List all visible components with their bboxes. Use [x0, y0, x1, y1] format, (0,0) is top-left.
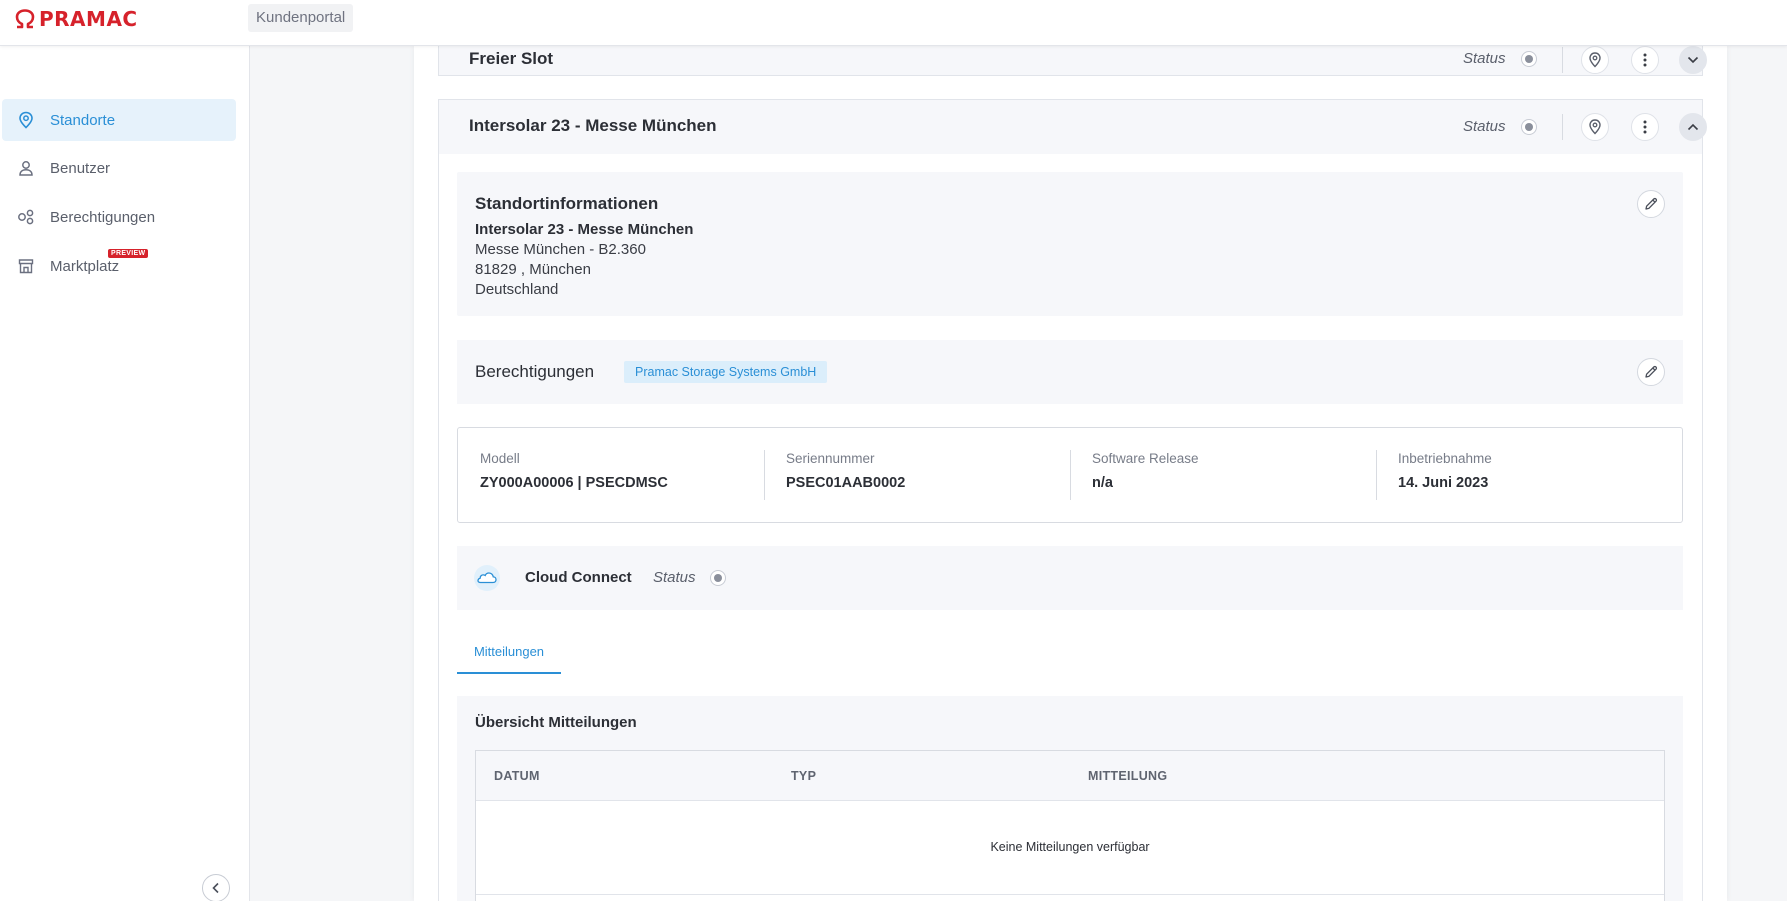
- cloud-icon: [473, 564, 501, 597]
- divider: [1562, 114, 1563, 140]
- more-menu-button[interactable]: [1631, 113, 1659, 141]
- preview-badge: PREVIEW: [108, 249, 149, 258]
- top-bar: PRAMAC Kundenportal: [0, 0, 1787, 46]
- address-line: Messe München - B2.360: [475, 241, 646, 258]
- permissions-title: Berechtigungen: [475, 362, 595, 381]
- more-menu-button[interactable]: [1631, 46, 1659, 74]
- pramac-logo[interactable]: PRAMAC: [14, 7, 138, 31]
- sidebar: Standorte Benutzer Berechtigungen Marktp…: [0, 46, 250, 901]
- column-header-typ[interactable]: TYP: [791, 769, 816, 783]
- location-title: Freier Slot: [469, 49, 554, 68]
- map-pin-icon: [1589, 52, 1601, 68]
- country-line: Deutschland: [475, 281, 559, 298]
- cloud-connect-title: Cloud Connect: [525, 569, 632, 586]
- messages-title: Übersicht Mitteilungen: [475, 714, 637, 731]
- chevron-down-icon: [1687, 56, 1699, 64]
- location-pin-icon: [16, 110, 36, 130]
- column-header-datum[interactable]: DATUM: [494, 769, 540, 783]
- edit-permissions-button[interactable]: [1637, 358, 1665, 386]
- sidebar-collapse-button[interactable]: [202, 874, 230, 901]
- table-header: DATUM TYP MITTEILUNG: [476, 751, 1664, 801]
- messages-table: DATUM TYP MITTEILUNG Keine Mitteilungen …: [475, 750, 1665, 901]
- status-indicator: [1521, 51, 1537, 67]
- field-label: Inbetriebnahme: [1398, 451, 1492, 466]
- location-row-intersolar[interactable]: Intersolar 23 - Messe München Status: [438, 99, 1707, 155]
- divider: [1376, 450, 1377, 500]
- edit-location-button[interactable]: [1637, 190, 1665, 218]
- chevron-up-icon: [1687, 123, 1699, 131]
- sidebar-item-label: Marktplatz: [50, 257, 120, 275]
- user-icon: [16, 158, 36, 178]
- empty-state-text: Keine Mitteilungen verfügbar: [990, 840, 1150, 854]
- sidebar-item-label: Benutzer: [50, 159, 111, 177]
- divider: [764, 450, 765, 500]
- location-details: Standortinformationen Intersolar 23 - Me…: [438, 154, 1703, 901]
- field-label: Seriennummer: [786, 451, 875, 466]
- expand-button[interactable]: [1679, 46, 1707, 74]
- map-pin-button[interactable]: [1581, 113, 1609, 141]
- sidebar-item-benutzer[interactable]: Benutzer: [2, 147, 236, 189]
- pencil-icon: [1645, 365, 1658, 378]
- sidebar-item-standorte[interactable]: Standorte: [2, 99, 236, 141]
- divider: [1562, 47, 1563, 73]
- status-indicator: [1521, 119, 1537, 135]
- city-line: 81829 , München: [475, 261, 591, 278]
- cloud-connect-panel: Cloud Connect Status: [457, 546, 1683, 610]
- device-info-panel: Modell ZY000A00006 | PSECDMSC Seriennumm…: [457, 427, 1683, 523]
- permissions-panel: Berechtigungen Pramac Storage Systems Gm…: [457, 340, 1683, 404]
- more-vertical-icon: [1643, 120, 1647, 134]
- status-label: Status: [653, 569, 696, 586]
- sidebar-item-label: Standorte: [50, 111, 116, 129]
- pencil-icon: [1645, 197, 1658, 210]
- tab-mitteilungen[interactable]: Mitteilungen: [457, 634, 561, 674]
- table-row: Keine Mitteilungen verfügbar: [476, 801, 1664, 895]
- field-value: 14. Juni 2023: [1398, 475, 1489, 491]
- main-content: Freier Slot Status Intersolar 23 - Messe…: [414, 28, 1727, 901]
- status-indicator: [710, 570, 726, 586]
- column-header-mitteilung[interactable]: MITTEILUNG: [1088, 769, 1167, 783]
- field-value: ZY000A00006 | PSECDMSC: [480, 475, 668, 491]
- more-vertical-icon: [1643, 53, 1647, 67]
- map-pin-button[interactable]: [1581, 46, 1609, 74]
- brand-name: PRAMAC: [39, 7, 138, 31]
- portal-label: Kundenportal: [248, 4, 354, 32]
- field-label: Software Release: [1092, 451, 1199, 466]
- location-info-title: Standortinformationen: [475, 194, 659, 213]
- divider: [1070, 450, 1071, 500]
- omega-icon: [15, 9, 35, 29]
- status-label: Status: [1463, 50, 1506, 67]
- field-value: n/a: [1092, 475, 1113, 491]
- sidebar-item-berechtigungen[interactable]: Berechtigungen: [2, 196, 236, 238]
- field-value: PSEC01AAB0002: [786, 475, 906, 491]
- chevron-left-icon: [212, 882, 219, 894]
- location-info-panel: Standortinformationen Intersolar 23 - Me…: [457, 172, 1683, 316]
- sidebar-item-marktplatz[interactable]: Marktplatz PREVIEW: [2, 245, 236, 287]
- sidebar-item-label: Berechtigungen: [50, 208, 156, 226]
- location-title: Intersolar 23 - Messe München: [469, 116, 717, 135]
- permission-company-chip[interactable]: Pramac Storage Systems GmbH: [624, 361, 828, 383]
- store-icon: [16, 256, 36, 276]
- location-name: Intersolar 23 - Messe München: [475, 221, 694, 238]
- status-label: Status: [1463, 118, 1506, 135]
- messages-panel: Übersicht Mitteilungen DATUM TYP MITTEIL…: [457, 696, 1683, 901]
- map-pin-icon: [1589, 119, 1601, 135]
- permissions-icon: [16, 207, 36, 227]
- field-label: Modell: [480, 451, 520, 466]
- collapse-button[interactable]: [1679, 113, 1707, 141]
